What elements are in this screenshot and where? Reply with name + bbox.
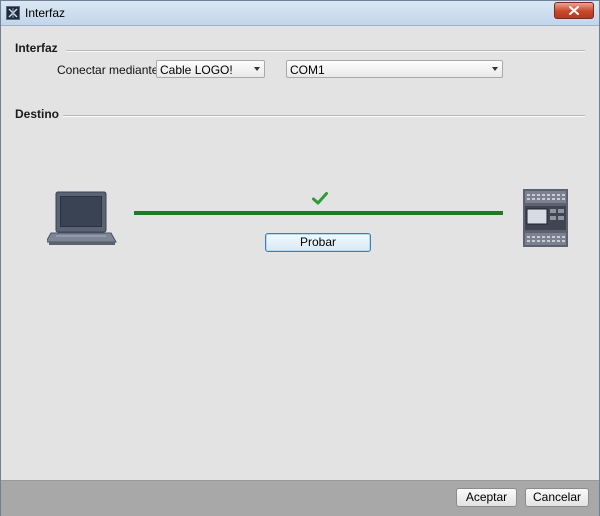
port-combo[interactable]: COM1: [286, 60, 503, 78]
checkmark-icon: [312, 192, 328, 208]
accept-button[interactable]: Aceptar: [456, 488, 517, 507]
port-value: COM1: [290, 63, 325, 77]
connection-status-line: [134, 211, 503, 215]
connection-type-combo[interactable]: Cable LOGO!: [156, 60, 265, 78]
cancel-button[interactable]: Cancelar: [525, 488, 589, 507]
section-divider-interfaz: [66, 50, 585, 52]
dialog-content: Interfaz Conectar mediante: Cable LOGO! …: [6, 31, 595, 481]
section-title-destino: Destino: [15, 107, 60, 121]
window-title: Interfaz: [25, 6, 66, 20]
connect-label: Conectar mediante:: [57, 63, 162, 77]
dialog-window: Interfaz Interfaz Conectar mediante: Cab…: [0, 0, 600, 516]
close-icon: [569, 6, 579, 15]
title-bar[interactable]: Interfaz: [1, 1, 599, 26]
logo-app-icon: [6, 6, 20, 20]
close-button[interactable]: [554, 2, 594, 19]
plc-module-icon: [523, 189, 568, 250]
laptop-icon: [45, 190, 117, 249]
section-title-interfaz: Interfaz: [15, 41, 58, 55]
button-bar: Aceptar Cancelar: [1, 480, 599, 516]
section-divider-destino: [63, 115, 585, 117]
chevron-down-icon: [254, 67, 260, 71]
test-connection-button[interactable]: Probar: [265, 233, 371, 252]
connection-type-value: Cable LOGO!: [160, 63, 233, 77]
chevron-down-icon: [492, 67, 498, 71]
